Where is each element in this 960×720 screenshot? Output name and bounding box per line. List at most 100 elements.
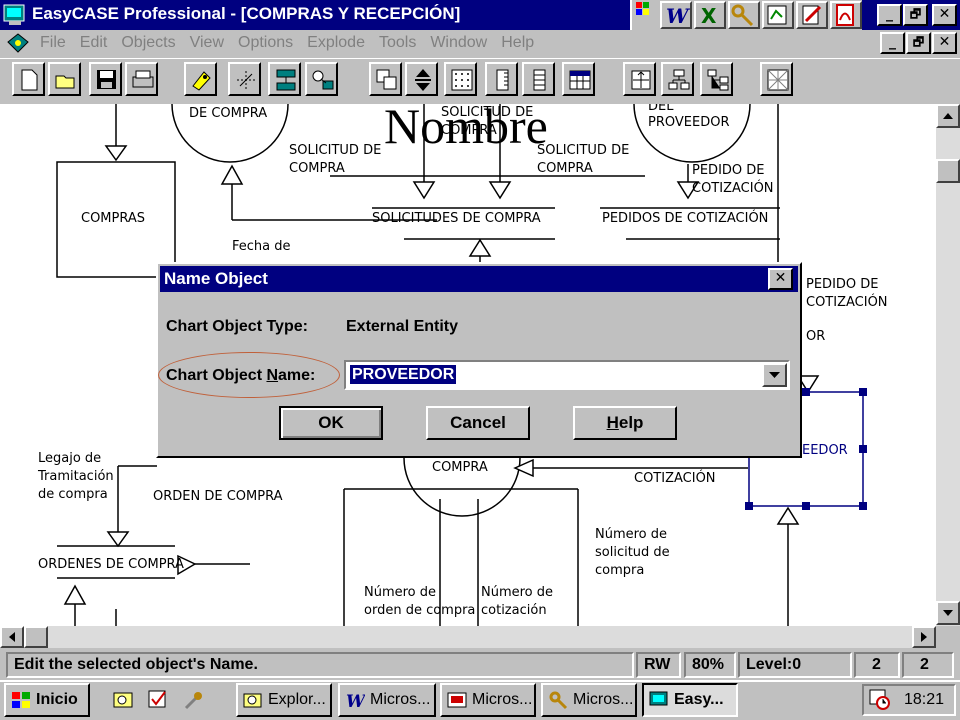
doc-minimize-button[interactable]: _: [880, 32, 905, 54]
tag-tool-button[interactable]: [184, 62, 217, 96]
label-pedido-right: PEDIDO DE COTIZACIÓN: [806, 277, 888, 310]
word-shortcut-icon[interactable]: W: [660, 1, 692, 29]
scroll-left-button[interactable]: [0, 626, 24, 648]
tree-button[interactable]: [700, 62, 733, 96]
windows-logo-icon: [12, 692, 30, 708]
quick-launch-explorer-icon[interactable]: [112, 688, 136, 712]
excel-shortcut-icon[interactable]: X: [694, 1, 726, 29]
dialog-close-button[interactable]: ✕: [768, 268, 793, 290]
window-title: EasyCASE Professional - [COMPRAS Y RECEP…: [32, 4, 461, 23]
status-mode: RW: [636, 652, 681, 678]
object-type-label: Chart Object Type:: [166, 318, 308, 335]
column-button[interactable]: [522, 62, 555, 96]
presentation-icon: [447, 692, 467, 708]
scheduler-tray-icon[interactable]: [868, 688, 892, 712]
object-name-input[interactable]: PROVEEDOR: [350, 365, 457, 384]
project-shortcut-icon[interactable]: [762, 1, 794, 29]
task-word[interactable]: W Micros...: [338, 683, 436, 717]
chevron-down-icon: [769, 372, 780, 378]
word-icon: W: [346, 692, 365, 710]
status-b: 2: [902, 652, 954, 678]
menu-explode[interactable]: Explode: [307, 34, 365, 51]
label-ordenes-de-compra: ORDENES DE COMPRA: [38, 557, 184, 572]
explode-button[interactable]: [623, 62, 656, 96]
object-name-label-highlight: [158, 352, 340, 398]
svg-text:W: W: [346, 692, 365, 710]
label-solicitud-left: SOLICITUD DE COMPRA: [289, 143, 382, 176]
menu-items: File Edit Objects View Options Explode Tools Wi…: [40, 33, 548, 53]
menu-help[interactable]: Help: [501, 34, 534, 51]
help-button[interactable]: Help: [573, 406, 677, 440]
app-minimize-button[interactable]: _: [877, 4, 902, 26]
pattern-button[interactable]: [760, 62, 793, 96]
save-file-button[interactable]: [89, 62, 122, 96]
start-button[interactable]: Inicio: [4, 683, 90, 717]
table-button[interactable]: [562, 62, 595, 96]
scroll-up-button[interactable]: [936, 104, 960, 128]
scroll-right-button[interactable]: [912, 626, 936, 648]
label-fecha-de: Fecha de: [232, 239, 291, 254]
doc-close-button[interactable]: ✕: [932, 32, 957, 54]
label-solicitud-right: SOLICITUD DE COMPRA: [537, 143, 630, 176]
grid-button[interactable]: [444, 62, 477, 96]
open-file-button[interactable]: [48, 62, 81, 96]
key-icon: [549, 691, 568, 710]
cancel-button[interactable]: Cancel: [426, 406, 530, 440]
structure-button[interactable]: [661, 62, 694, 96]
hscroll-thumb[interactable]: [24, 626, 48, 648]
notepad-shortcut-icon[interactable]: [796, 1, 828, 29]
quick-launch-tools-icon[interactable]: [182, 688, 206, 712]
scroll-down-button[interactable]: [936, 601, 960, 625]
label-solicitudes-de-compra: SOLICITUDES DE COMPRA: [372, 211, 541, 226]
print-button[interactable]: [125, 62, 158, 96]
menu-file[interactable]: File: [40, 34, 66, 51]
app-restore-button[interactable]: 🗗: [903, 4, 928, 26]
clock[interactable]: 18:21: [904, 690, 944, 710]
ruler-button[interactable]: [485, 62, 518, 96]
combobox-dropdown-button[interactable]: [762, 363, 787, 387]
menu-edit[interactable]: Edit: [80, 34, 108, 51]
menu-tools[interactable]: Tools: [379, 34, 416, 51]
label-compra-mid: COMPRA: [432, 460, 488, 475]
windows-logo-icon[interactable]: [636, 2, 650, 16]
doc-restore-button[interactable]: 🗗: [906, 32, 931, 54]
menu-view[interactable]: View: [190, 34, 224, 51]
svg-text:X: X: [701, 4, 717, 27]
object-type-value: External Entity: [346, 318, 459, 335]
scroll-thumb[interactable]: [936, 159, 960, 183]
easycase-icon: [649, 691, 668, 706]
move-updown-button[interactable]: [405, 62, 438, 96]
hierarchy-tool-button[interactable]: [268, 62, 301, 96]
scroll-corner: [936, 626, 960, 648]
acrobat-shortcut-icon[interactable]: [830, 1, 862, 29]
overlay-caption: Nombre: [384, 98, 548, 154]
label-compras: COMPRAS: [81, 211, 146, 226]
label-pedidos-de-cotizacion: PEDIDOS DE COTIZACIÓN: [602, 211, 769, 226]
connect-tool-button[interactable]: [228, 62, 261, 96]
document-menu-icon[interactable]: [6, 32, 30, 54]
status-level: Level:0: [738, 652, 852, 678]
app-close-button[interactable]: ✕: [932, 4, 957, 26]
menu-options[interactable]: Options: [238, 34, 293, 51]
new-file-button[interactable]: [12, 62, 45, 96]
task-powerpoint[interactable]: Micros...: [440, 683, 536, 717]
shape-tool-button[interactable]: [369, 62, 402, 96]
task-access[interactable]: Micros...: [541, 683, 637, 717]
horizontal-scrollbar[interactable]: [0, 626, 936, 648]
dialog-title: Name Object: [164, 269, 268, 288]
key-shortcut-icon[interactable]: [728, 1, 760, 29]
ok-button[interactable]: OK: [279, 406, 383, 440]
task-easycase[interactable]: Easy...: [642, 683, 738, 717]
label-pedido-top: PEDIDO DE COTIZACIÓN: [692, 163, 774, 196]
app-icon[interactable]: [3, 3, 27, 27]
label-legajo: Legajo de Tramitación de compra: [38, 451, 114, 502]
label-eedor: EEDOR: [802, 443, 848, 458]
label-orden-de-compra: ORDEN DE COMPRA: [153, 489, 283, 504]
menu-objects[interactable]: Objects: [121, 34, 175, 51]
flow-tool-button[interactable]: [305, 62, 338, 96]
menu-window[interactable]: Window: [430, 34, 487, 51]
status-message: Edit the selected object's Name.: [6, 652, 634, 678]
quick-launch-check-icon[interactable]: [146, 688, 170, 712]
task-explorer[interactable]: Explor...: [236, 683, 332, 717]
explorer-icon: [243, 693, 262, 708]
